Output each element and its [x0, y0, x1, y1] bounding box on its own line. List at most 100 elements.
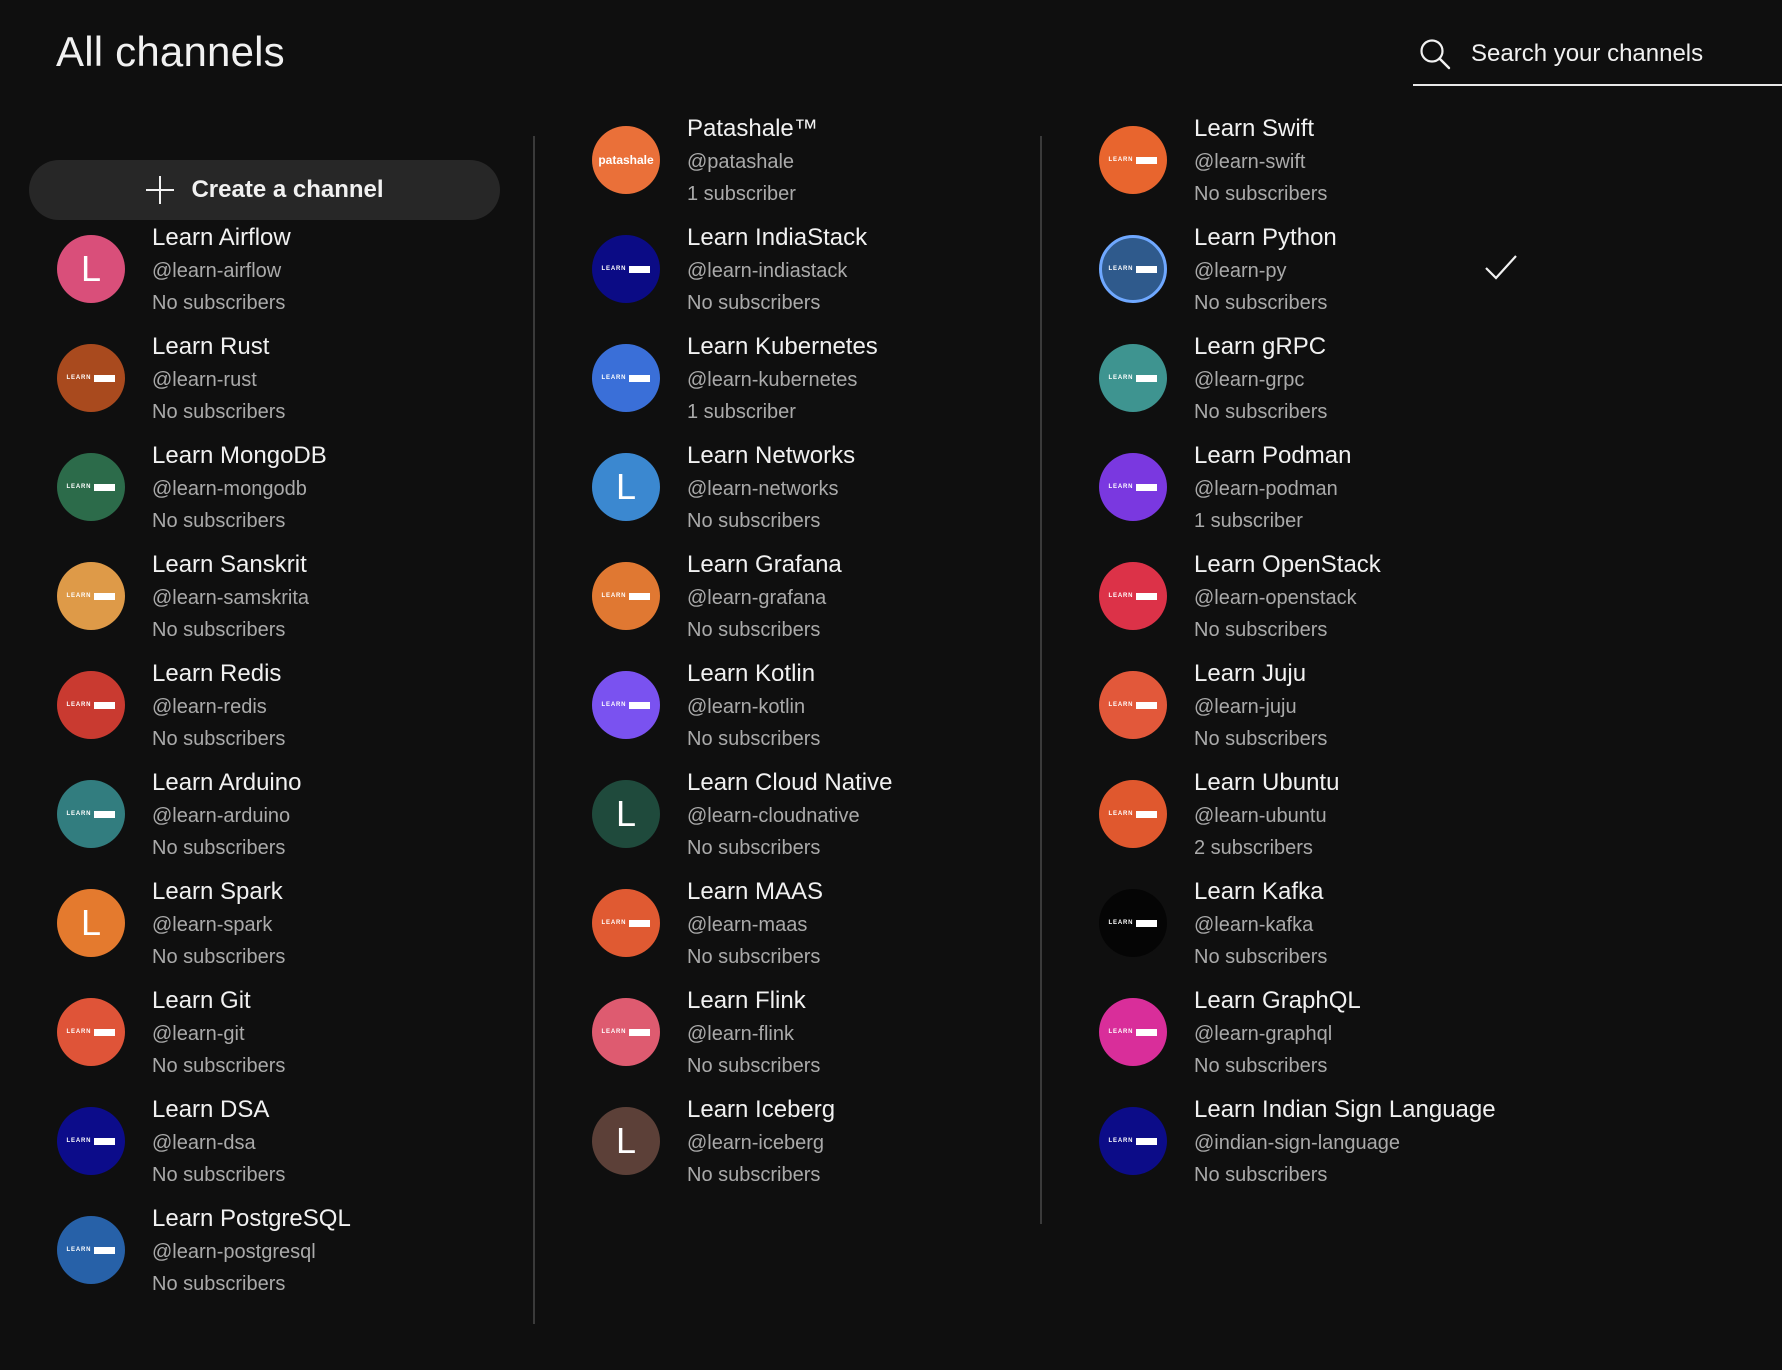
channel-text: Learn Networks @learn-networks No subscrib… [687, 439, 855, 537]
avatar-learn-logo: LEARNXXXX [67, 374, 116, 382]
channel-avatar: LEARNXXXX [1099, 671, 1167, 739]
channel-subscribers: 2 subscribers [1194, 837, 1313, 859]
avatar-logo-box: XXXX [1136, 810, 1158, 818]
avatar-learn-logo: LEARNXXXX [67, 1137, 116, 1145]
channel-item[interactable]: LEARNXXXX Learn MongoDB @learn-mongodb No s… [0, 439, 500, 545]
avatar-logo-text: LEARN [601, 375, 627, 381]
avatar-logo-text: LEARN [1108, 1138, 1134, 1144]
channel-subscribers: No subscribers [687, 837, 821, 859]
channel-item[interactable]: LEARNXXXX Learn Podman @learn-podman 1 subs… [1042, 439, 1542, 545]
avatar-letter: L [615, 466, 637, 507]
channel-handle: @learn-indiastack [687, 260, 848, 282]
channel-name: Learn PostgreSQL [152, 1205, 351, 1232]
channel-text: Learn Kotlin @learn-kotlin No subscribers [687, 657, 820, 755]
channel-text: Learn Kubernetes @learn-kubernetes 1 subsc… [687, 330, 878, 428]
channel-item[interactable]: LEARNXXXX Learn Kafka @learn-kafka No subsc… [1042, 875, 1542, 981]
channel-name: Learn Redis [152, 660, 282, 687]
channel-item[interactable]: LEARNXXXX Learn Kubernetes @learn-kubernet… [535, 330, 1035, 436]
channel-text: Patashale™ @patashale 1 subscriber [687, 112, 818, 210]
avatar-brand-logo: patashale [598, 153, 654, 167]
channel-name: Patashale™ [687, 115, 818, 142]
channel-avatar: L [57, 235, 125, 303]
channel-text: Learn Sanskrit @learn-samskrita No subscri… [152, 548, 309, 646]
avatar-logo-text: LEARN [1108, 484, 1134, 490]
channel-item[interactable]: L Learn Airflow @learn-airflow No subscribe… [0, 221, 500, 327]
channel-handle: @learn-airflow [152, 260, 282, 282]
channel-handle: @learn-dsa [152, 1132, 256, 1154]
channel-avatar: LEARNXXXX [57, 780, 125, 848]
avatar-logo-box: XXXX [1136, 592, 1158, 600]
search-box[interactable] [1413, 24, 1782, 86]
channel-subscribers: No subscribers [152, 1055, 286, 1077]
avatar-learn-logo: LEARNXXXX [1109, 701, 1158, 709]
channel-handle: @learn-iceberg [687, 1132, 825, 1154]
channel-name: Learn DSA [152, 1096, 270, 1123]
channel-item[interactable]: LEARNXXXX Learn Grafana @learn-grafana No s… [535, 548, 1035, 654]
channel-item[interactable]: LEARNXXXX Learn GraphQL @learn-graphql No s… [1042, 984, 1542, 1090]
avatar-learn-logo: LEARNXXXX [601, 701, 651, 709]
channel-item[interactable]: LEARNXXXX Learn Sanskrit @learn-samskrita N… [0, 548, 500, 654]
channel-text: Learn Podman @learn-podman 1 subscriber [1194, 439, 1351, 537]
channel-item[interactable]: LEARNXXXX Learn Python @learn-py No subscri… [1042, 221, 1542, 327]
channel-handle: @learn-mongodb [152, 478, 307, 500]
channel-item[interactable]: LEARNXXXX Learn Git @learn-git No subscribe… [0, 984, 500, 1090]
channel-item[interactable]: LEARNXXXX Learn OpenStack @learn-openstack… [1042, 548, 1542, 654]
avatar-logo-box: XXXX [94, 810, 116, 818]
channel-item[interactable]: L Learn Cloud Native @learn-cloudnative No … [535, 766, 1035, 872]
channel-item[interactable]: LEARNXXXX Learn Swift @learn-swift No subsc… [1042, 112, 1542, 218]
channel-text: Learn Flink @learn-flink No subscribers [687, 984, 820, 1082]
channel-item[interactable]: LEARNXXXX Learn Flink @learn-flink No subsc… [535, 984, 1035, 1090]
avatar-logo-text: LEARN [66, 1029, 92, 1035]
channel-item[interactable]: LEARNXXXX Learn MAAS @learn-maas No subscri… [535, 875, 1035, 981]
channel-name: Learn GraphQL [1194, 987, 1361, 1014]
channel-avatar: LEARNXXXX [57, 1216, 125, 1284]
channel-avatar: L [592, 780, 660, 848]
channel-text: Learn Swift @learn-swift No subscribers [1194, 112, 1327, 210]
avatar-logo-text: LEARN [601, 1029, 627, 1035]
channel-item[interactable]: patashale Patashale™ @patashale 1 subscribe… [535, 112, 1035, 218]
channel-item[interactable]: LEARNXXXX Learn Redis @learn-redis No subsc… [0, 657, 500, 763]
avatar-learn-logo: LEARNXXXX [67, 810, 116, 818]
channel-item[interactable]: LEARNXXXX Learn PostgreSQL @learn-postgres… [0, 1202, 500, 1308]
channel-avatar: LEARNXXXX [57, 998, 125, 1066]
channel-item[interactable]: LEARNXXXX Learn Kotlin @learn-kotlin No sub… [535, 657, 1035, 763]
plus-icon [146, 176, 175, 204]
avatar-learn-logo: LEARNXXXX [601, 592, 651, 600]
create-channel-button[interactable]: Create a channel [29, 160, 500, 220]
avatar-logo-text: LEARN [601, 702, 627, 708]
channel-item[interactable]: L Learn Networks @learn-networks No subscri… [535, 439, 1035, 545]
channel-item[interactable]: LEARNXXXX Learn Juju @learn-juju No subscri… [1042, 657, 1542, 763]
channel-item[interactable]: LEARNXXXX Learn IndiaStack @learn-indiasta… [535, 221, 1035, 327]
channel-item[interactable]: LEARNXXXX Learn Indian Sign Language @indi… [1042, 1093, 1542, 1199]
channel-item[interactable]: L Learn Spark @learn-spark No subscribers [0, 875, 500, 981]
channel-name: Learn Kafka [1194, 878, 1324, 905]
channel-avatar: LEARNXXXX [1099, 889, 1167, 957]
avatar-logo-box: XXXX [1136, 1137, 1158, 1145]
avatar-logo-text: LEARN [601, 593, 627, 599]
channel-subscribers: No subscribers [687, 728, 821, 750]
search-icon[interactable] [1417, 36, 1453, 72]
channel-item[interactable]: L Learn Iceberg @learn-iceberg No subscribe… [535, 1093, 1035, 1199]
channel-handle: @learn-rust [152, 369, 257, 391]
channel-text: Learn GraphQL @learn-graphql No subscriber… [1194, 984, 1361, 1082]
channel-subscribers: No subscribers [1194, 619, 1328, 641]
search-input[interactable] [1471, 40, 1782, 68]
channel-item[interactable]: LEARNXXXX Learn Rust @learn-rust No subscri… [0, 330, 500, 436]
avatar-logo-text: LEARN [1108, 1029, 1134, 1035]
channel-text: Learn Grafana @learn-grafana No subscriber… [687, 548, 842, 646]
channel-handle: @patashale [687, 151, 795, 173]
channel-name: Learn Sanskrit [152, 551, 307, 578]
channel-handle: @learn-flink [687, 1023, 795, 1045]
channel-text: Learn OpenStack @learn-openstack No subscr… [1194, 548, 1381, 646]
channel-text: Learn MAAS @learn-maas No subscribers [687, 875, 823, 973]
channel-subscribers: No subscribers [687, 510, 821, 532]
channel-avatar: LEARNXXXX [1099, 780, 1167, 848]
channel-avatar: LEARNXXXX [57, 453, 125, 521]
avatar-logo-box: XXXX [629, 265, 651, 273]
channel-item[interactable]: LEARNXXXX Learn Arduino @learn-arduino No s… [0, 766, 500, 872]
channel-item[interactable]: LEARNXXXX Learn DSA @learn-dsa No subscribe… [0, 1093, 500, 1199]
channel-avatar: LEARNXXXX [1099, 126, 1167, 194]
channel-item[interactable]: LEARNXXXX Learn gRPC @learn-grpc No subscri… [1042, 330, 1542, 436]
channel-handle: @learn-kafka [1194, 914, 1314, 936]
channel-item[interactable]: LEARNXXXX Learn Ubuntu @learn-ubuntu 2 subs… [1042, 766, 1542, 872]
